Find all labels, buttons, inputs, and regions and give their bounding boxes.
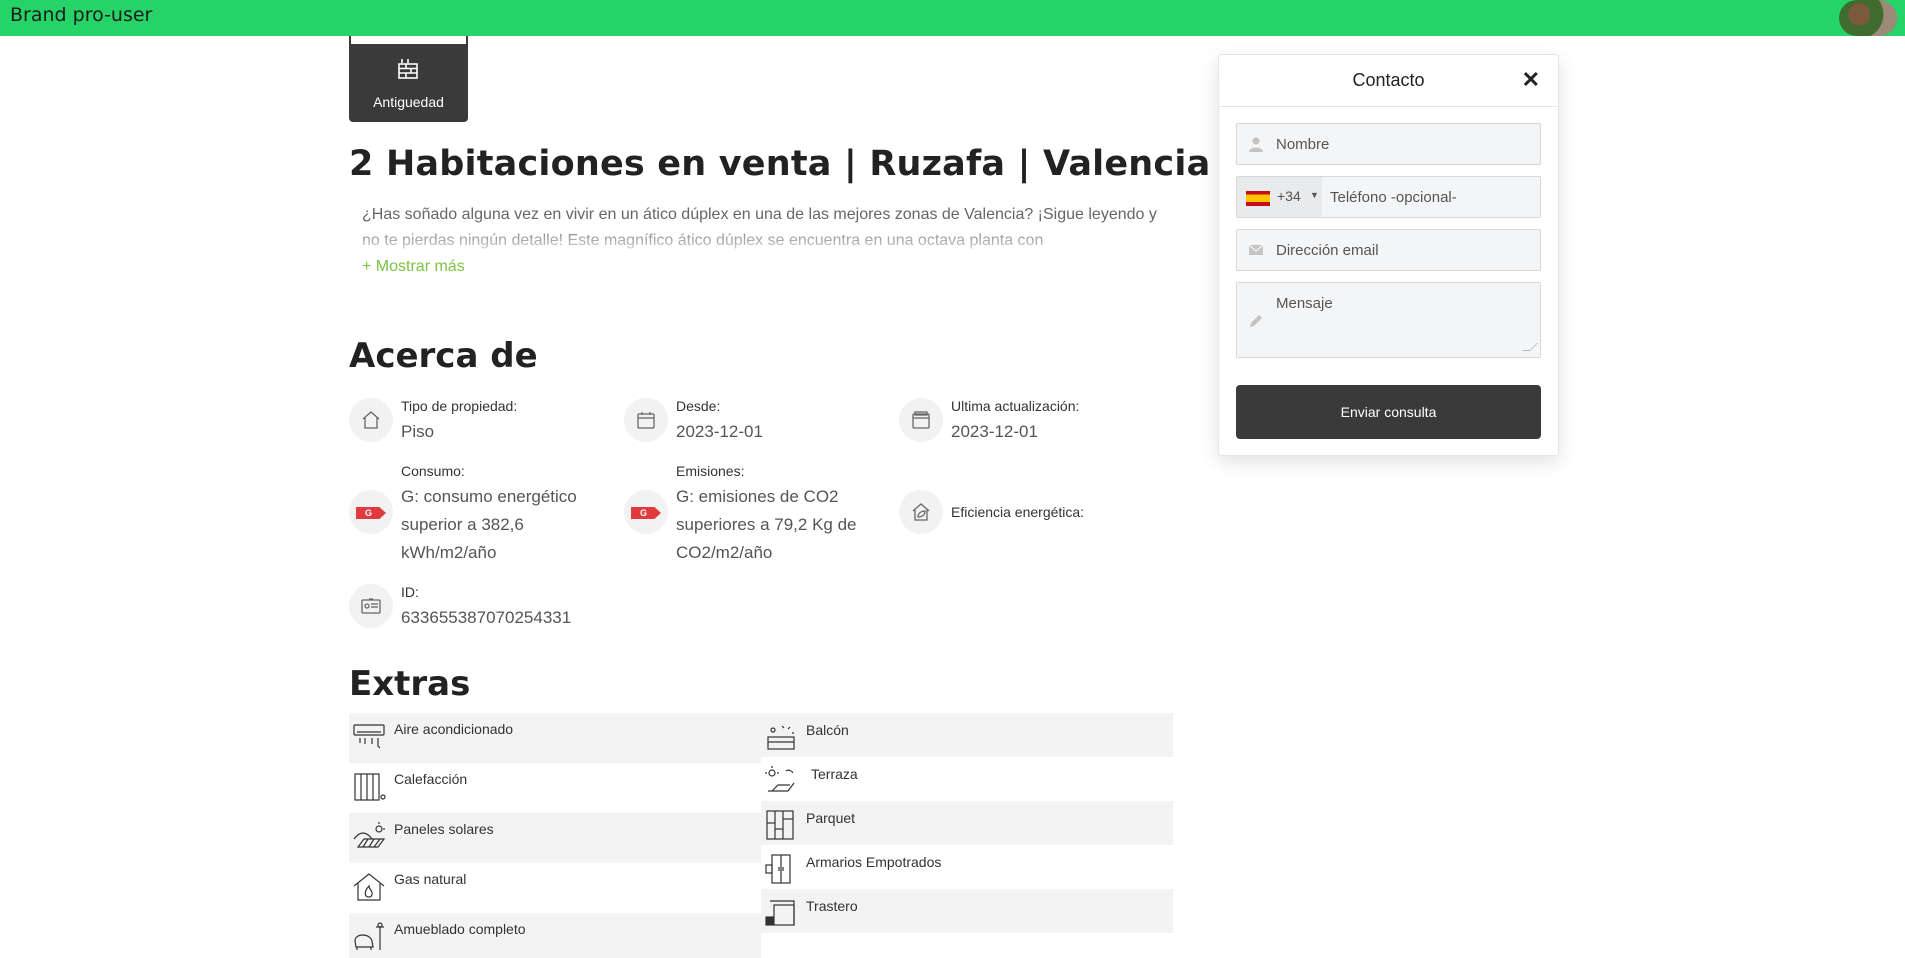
- extra-item: Trastero: [761, 889, 1173, 933]
- id-card-icon: [349, 584, 393, 628]
- phone-field[interactable]: +34 ▼ Teléfono -opcional-: [1236, 176, 1541, 218]
- property-type-value: Piso: [401, 422, 435, 441]
- extra-item: Gas natural: [349, 863, 761, 913]
- since-value: 2023-12-01: [676, 422, 763, 441]
- last-update-label: Ultima actualización:: [951, 398, 1080, 414]
- user-avatar[interactable]: [1839, 0, 1897, 36]
- extra-item: Parquet: [761, 801, 1173, 845]
- extra-item: Aire acondicionado: [349, 713, 761, 763]
- extra-label: Balcón: [806, 722, 849, 738]
- contact-title: Contacto: [1352, 70, 1425, 90]
- pencil-icon: [1250, 315, 1262, 327]
- about-heading: Acerca de: [349, 336, 538, 376]
- spain-flag-icon: [1246, 191, 1270, 206]
- message-placeholder: Mensaje: [1276, 295, 1333, 312]
- parquet-icon: [766, 810, 794, 840]
- eco-house-icon: [899, 490, 943, 534]
- extras-right-column: Balcón Terraza Parquet Armarios Empotrad…: [761, 713, 1173, 933]
- extra-item: Calefacción: [349, 763, 761, 813]
- energy-badge: G: [631, 507, 661, 519]
- brick-wall-icon: [398, 59, 418, 79]
- listing-description: ¿Has soñado alguna vez en vivir en un át…: [362, 206, 1157, 249]
- calendar-icon: [624, 398, 668, 442]
- radiator-icon: [354, 773, 386, 801]
- wardrobe-icon: [765, 854, 791, 884]
- gas-flame-house-icon: [353, 873, 385, 901]
- efficiency-label: Eficiencia energética:: [951, 504, 1085, 520]
- consumption-value: G: consumo energético superior a 382,6 k…: [401, 487, 577, 562]
- close-icon[interactable]: ✕: [1522, 67, 1540, 93]
- emissions-value: G: emisiones de CO2 superiores a 79,2 Kg…: [676, 487, 857, 562]
- extra-label: Parquet: [806, 810, 856, 826]
- terrace-icon: [765, 766, 795, 792]
- phone-placeholder: Teléfono -opcional-: [1330, 189, 1457, 206]
- antiguedad-tab[interactable]: Antiguedad: [349, 36, 468, 122]
- email-placeholder: Dirección email: [1276, 242, 1379, 259]
- extra-item: Amueblado completo: [349, 913, 761, 958]
- calendar-update-icon: [899, 398, 943, 442]
- id-label: ID:: [401, 584, 419, 600]
- extra-label: Terraza: [811, 766, 858, 782]
- emissions-label: Emisiones:: [676, 463, 745, 479]
- name-field[interactable]: Nombre: [1236, 123, 1541, 165]
- extra-item: Balcón: [761, 713, 1173, 757]
- listing-title: 2 Habitaciones en venta | Ruzafa | Valen…: [349, 144, 1211, 184]
- solar-panel-icon: [353, 822, 386, 848]
- extra-label: Armarios Empotrados: [806, 854, 942, 870]
- brand-name[interactable]: Brand pro-user: [10, 4, 152, 26]
- extra-label: Calefacción: [394, 771, 468, 787]
- extra-label: Amueblado completo: [394, 921, 526, 937]
- country-code: +34: [1277, 188, 1301, 204]
- extra-label: Trastero: [806, 898, 858, 914]
- top-bar: Brand pro-user: [0, 0, 1905, 36]
- balcony-icon: [767, 725, 795, 750]
- message-field[interactable]: Mensaje: [1236, 282, 1541, 358]
- user-icon: [1249, 137, 1263, 152]
- country-code-selector[interactable]: +34 ▼: [1237, 177, 1322, 217]
- extra-item: Paneles solares: [349, 813, 761, 863]
- air-conditioner-icon: [353, 724, 385, 749]
- gallery-strip: [349, 36, 468, 44]
- since-label: Desde:: [676, 398, 721, 414]
- envelope-icon: [1248, 244, 1264, 255]
- consumption-label: Consumo:: [401, 463, 465, 479]
- show-more-link[interactable]: + Mostrar más: [362, 258, 465, 276]
- extras-left-column: Aire acondicionado Calefacción Paneles s…: [349, 713, 761, 958]
- last-update-value: 2023-12-01: [951, 422, 1038, 441]
- antiguedad-label: Antiguedad: [373, 94, 444, 110]
- contact-header: Contacto ✕: [1219, 55, 1558, 107]
- extra-label: Aire acondicionado: [394, 721, 514, 737]
- name-placeholder: Nombre: [1276, 136, 1330, 153]
- send-inquiry-button[interactable]: Enviar consulta: [1236, 385, 1541, 439]
- chevron-down-icon: ▼: [1310, 190, 1319, 200]
- energy-rating-g-icon: G: [349, 490, 393, 534]
- extra-item: Armarios Empotrados: [761, 845, 1173, 889]
- extra-label: Paneles solares: [394, 821, 494, 837]
- extra-label: Gas natural: [394, 871, 467, 887]
- energy-badge: G: [356, 507, 386, 519]
- property-type-label: Tipo de propiedad:: [401, 398, 518, 414]
- contact-panel: Contacto ✕ Nombre +34 ▼ Teléfono -opcion…: [1218, 54, 1559, 456]
- storage-room-icon: [765, 900, 795, 926]
- extra-item: Terraza: [761, 757, 1173, 801]
- extras-heading: Extras: [349, 664, 471, 704]
- resize-handle[interactable]: [1522, 343, 1538, 351]
- email-field[interactable]: Dirección email: [1236, 229, 1541, 271]
- id-value: 633655387070254331: [401, 608, 572, 627]
- house-icon: [349, 398, 393, 442]
- energy-rating-g-icon: G: [624, 490, 668, 534]
- furniture-icon: [354, 922, 384, 950]
